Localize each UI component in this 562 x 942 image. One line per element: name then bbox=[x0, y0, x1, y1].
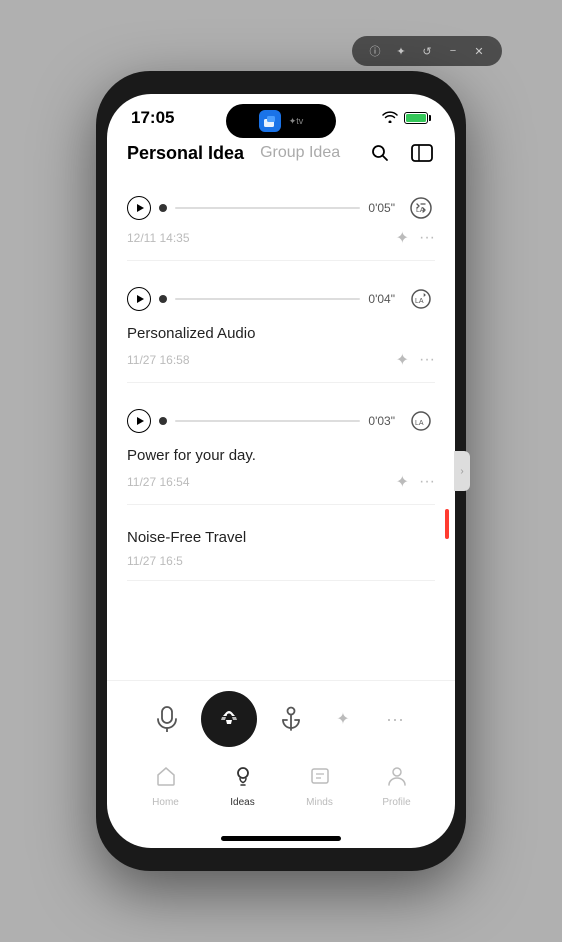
profile-icon bbox=[386, 765, 408, 793]
window-chrome: ⓘ ✦ ↺ − ✕ bbox=[352, 36, 502, 66]
more-icon-3[interactable]: ··· bbox=[419, 473, 435, 491]
status-right bbox=[382, 111, 431, 126]
tab-personal[interactable]: Personal Idea bbox=[127, 143, 244, 164]
nav-profile[interactable]: Profile bbox=[372, 765, 422, 808]
nav-ideas-label: Ideas bbox=[230, 797, 254, 808]
bottom-nav: Home Ideas bbox=[107, 755, 455, 828]
audio-row-3: 0'03" LA bbox=[127, 401, 435, 441]
audio-row-1: 0'05" LA bbox=[127, 188, 435, 228]
card-date-3: 11/27 16:54 bbox=[127, 475, 190, 489]
di-tv-label: ✦tv bbox=[289, 116, 304, 127]
close-button[interactable]: ✕ bbox=[470, 42, 488, 60]
home-indicator bbox=[107, 828, 455, 848]
scroll-indicator bbox=[445, 509, 449, 539]
card-date-4: 11/27 16:5 bbox=[127, 554, 183, 568]
audio-duration-3: 0'03" bbox=[368, 414, 395, 428]
card-title-3: Power for your day. bbox=[127, 445, 435, 466]
card-title-2: Personalized Audio bbox=[127, 323, 435, 344]
idea-card-2: 0'04" LA Personalized Audio 11/27 16:58 … bbox=[107, 269, 455, 383]
nav-minds-label: Minds bbox=[306, 797, 333, 808]
idea-card-4: Noise-Free Travel 11/27 16:5 bbox=[107, 513, 455, 581]
card-meta-3: 11/27 16:54 ✦ ··· bbox=[127, 472, 435, 505]
audio-dot-2 bbox=[159, 295, 167, 303]
nav-profile-label: Profile bbox=[382, 797, 410, 808]
card-title-4: Noise-Free Travel bbox=[127, 527, 435, 548]
play-button-1[interactable] bbox=[127, 196, 151, 220]
record-button[interactable] bbox=[201, 691, 257, 747]
card-meta-2: 11/27 16:58 ✦ ··· bbox=[127, 350, 435, 383]
nav-home-label: Home bbox=[152, 797, 179, 808]
play-button-2[interactable] bbox=[127, 287, 151, 311]
card-meta-1: 12/11 14:35 ✦ ··· bbox=[127, 228, 435, 261]
bottom-toolbar: ✦ ··· bbox=[107, 680, 455, 755]
idea-card-1: 0'05" LA 12/11 14:35 ✦ ··· bbox=[107, 178, 455, 261]
status-time: 17:05 bbox=[131, 108, 174, 128]
card-date-1: 12/11 14:35 bbox=[127, 231, 190, 245]
card-meta-4: 11/27 16:5 bbox=[127, 554, 435, 581]
star-button[interactable]: ✦ bbox=[392, 42, 410, 60]
audio-duration-1: 0'05" bbox=[368, 201, 395, 215]
app-icon bbox=[259, 110, 281, 132]
svg-text:LA: LA bbox=[416, 207, 425, 214]
audio-dot-3 bbox=[159, 417, 167, 425]
wifi-icon bbox=[382, 111, 398, 126]
sparkle-toolbar-icon[interactable]: ✦ bbox=[325, 709, 361, 729]
tab-header: Personal Idea Group Idea bbox=[107, 136, 455, 178]
card-actions-3: ✦ ··· bbox=[396, 472, 435, 492]
sparkle-icon-1[interactable]: ✦ bbox=[396, 228, 409, 248]
sparkle-icon-3[interactable]: ✦ bbox=[396, 472, 409, 492]
audio-progress-3 bbox=[175, 420, 360, 422]
more-icon-1[interactable]: ··· bbox=[419, 229, 435, 247]
header-icons bbox=[367, 140, 435, 166]
audio-duration-2: 0'04" bbox=[368, 292, 395, 306]
search-icon[interactable] bbox=[367, 140, 393, 166]
tab-group[interactable]: Group Idea bbox=[260, 144, 340, 162]
audio-progress-1 bbox=[175, 207, 360, 209]
home-icon bbox=[155, 765, 177, 793]
battery-indicator bbox=[404, 112, 431, 124]
more-toolbar-button[interactable]: ··· bbox=[377, 709, 413, 730]
refresh-button[interactable]: ↺ bbox=[418, 42, 436, 60]
translate-button-2[interactable]: LA bbox=[407, 285, 435, 313]
play-button-3[interactable] bbox=[127, 409, 151, 433]
expand-icon[interactable] bbox=[409, 140, 435, 166]
more-icon-2[interactable]: ··· bbox=[419, 351, 435, 369]
translate-button-3[interactable]: LA bbox=[407, 407, 435, 435]
nav-ideas[interactable]: Ideas bbox=[218, 765, 268, 808]
svg-text:LA: LA bbox=[415, 420, 424, 427]
home-bar bbox=[221, 836, 341, 841]
content-list: 0'05" LA 12/11 14:35 ✦ ··· bbox=[107, 178, 455, 680]
mic-icon[interactable] bbox=[149, 701, 185, 737]
side-handle[interactable]: › bbox=[454, 451, 470, 491]
card-actions-1: ✦ ··· bbox=[396, 228, 435, 248]
idea-card-3: 0'03" LA Power for your day. 11/27 16:54… bbox=[107, 391, 455, 505]
nav-home[interactable]: Home bbox=[141, 765, 191, 808]
audio-dot-1 bbox=[159, 204, 167, 212]
nav-minds[interactable]: Minds bbox=[295, 765, 345, 808]
svg-text:LA: LA bbox=[415, 298, 424, 305]
audio-progress-2 bbox=[175, 298, 360, 300]
audio-row-2: 0'04" LA bbox=[127, 279, 435, 319]
phone-screen: ✦tv 17:05 bbox=[107, 94, 455, 848]
info-button[interactable]: ⓘ bbox=[366, 42, 384, 60]
phone-frame: ✦tv 17:05 bbox=[96, 71, 466, 871]
ideas-icon bbox=[232, 765, 254, 793]
card-actions-2: ✦ ··· bbox=[396, 350, 435, 370]
anchor-icon[interactable] bbox=[273, 701, 309, 737]
minds-icon bbox=[309, 765, 331, 793]
minimize-button[interactable]: − bbox=[444, 42, 462, 60]
translate-button-1[interactable]: LA bbox=[407, 194, 435, 222]
sparkle-icon-2[interactable]: ✦ bbox=[396, 350, 409, 370]
card-date-2: 11/27 16:58 bbox=[127, 353, 190, 367]
dynamic-island: ✦tv bbox=[226, 104, 336, 138]
